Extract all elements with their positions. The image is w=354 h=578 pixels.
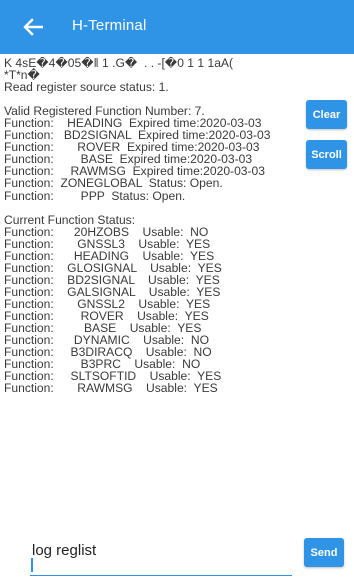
text-caret bbox=[31, 558, 33, 572]
app-bar: H-Terminal bbox=[0, 0, 354, 54]
command-bar bbox=[0, 522, 354, 578]
console-line: Function: 20HZOBS Usable: NO bbox=[4, 224, 209, 239]
console-line: Function: PPP Status: Open. bbox=[4, 188, 186, 203]
console-line: Current Function Status: bbox=[4, 212, 136, 227]
clear-button[interactable]: Clear bbox=[306, 100, 347, 129]
console-line: Read register source status: 1. bbox=[4, 80, 169, 95]
console-line: K 4sE�4�05�‖ 1 .G� . . -[�0 1 1 1aA( bbox=[4, 57, 234, 70]
console-line: Function: ZONEGLOBAL Status: Open. bbox=[4, 176, 223, 191]
arrow-left-icon bbox=[23, 18, 43, 36]
back-button[interactable] bbox=[22, 16, 44, 38]
terminal-output[interactable]: K 4sE�4�05�‖ 1 .G� . . -[�0 1 1 1aA(*T*n… bbox=[4, 57, 344, 519]
console-line: Function: RAWMSG Usable: YES bbox=[4, 381, 218, 396]
console-line: Function: HEADING Usable: YES bbox=[4, 248, 215, 263]
scroll-button[interactable]: Scroll bbox=[306, 140, 347, 169]
send-button[interactable]: Send bbox=[304, 538, 344, 567]
command-input[interactable] bbox=[30, 536, 292, 576]
console-line: Function: GNSSL3 Usable: YES bbox=[4, 236, 211, 251]
app-title: H-Terminal bbox=[72, 17, 147, 34]
